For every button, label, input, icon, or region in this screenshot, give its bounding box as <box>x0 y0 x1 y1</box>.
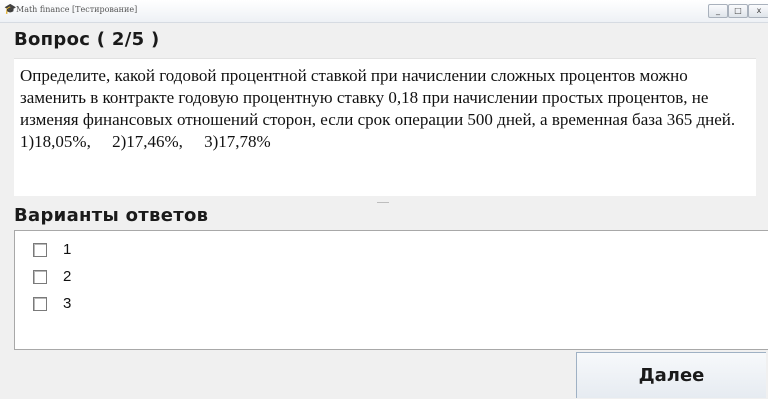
window-title: Math finance [Тестирование] <box>16 5 138 14</box>
minimize-button[interactable]: _ <box>708 4 728 18</box>
splitter-handle[interactable] <box>377 202 389 203</box>
answer-label: 2 <box>63 268 72 285</box>
question-options: 1)18,05%, 2)17,46%, 3)17,78% <box>20 132 271 151</box>
answers-header: Варианты ответов <box>14 205 209 226</box>
maximize-button[interactable]: □ <box>728 4 748 18</box>
question-panel: Определите, какой годовой процентной ста… <box>14 58 756 196</box>
question-header: Вопрос ( 2/5 ) <box>14 29 160 50</box>
answer-label: 1 <box>63 241 72 258</box>
question-text: Определите, какой годовой процентной ста… <box>20 66 736 129</box>
next-button[interactable]: Далее <box>576 352 766 398</box>
close-button[interactable]: x <box>748 4 768 18</box>
answer-checkbox[interactable] <box>33 270 47 284</box>
title-bar: 🎓 Math finance [Тестирование] _ □ x <box>0 0 768 23</box>
graduation-cap-icon: 🎓 <box>4 4 17 15</box>
answer-checkbox[interactable] <box>33 297 47 311</box>
answer-checkbox[interactable] <box>33 243 47 257</box>
answers-panel: 1 2 3 <box>14 230 768 350</box>
answer-label: 3 <box>63 295 72 312</box>
